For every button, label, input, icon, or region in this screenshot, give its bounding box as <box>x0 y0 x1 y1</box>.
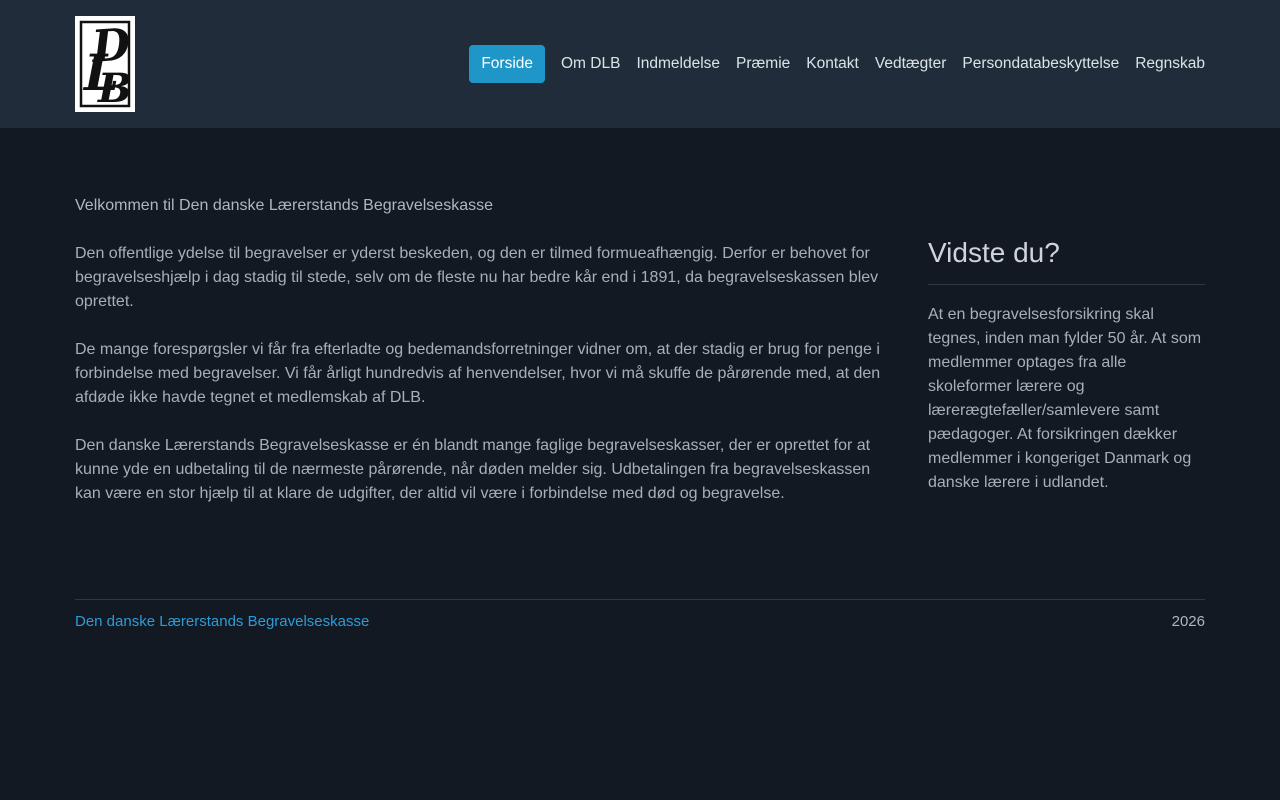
intro-paragraph-2: De mange forespørgsler vi får fra efterl… <box>75 341 881 406</box>
dlb-monogram-icon: D L B <box>75 16 135 112</box>
content-area: Velkommen til Den danske Lærerstands Beg… <box>75 128 1205 599</box>
nav-item-regnskab[interactable]: Regnskab <box>1135 45 1205 83</box>
nav-item-forside[interactable]: Forside <box>469 45 545 83</box>
nav-item-kontakt[interactable]: Kontakt <box>806 45 859 83</box>
dlb-logo: D L B <box>75 16 135 112</box>
logo-letter-b: B <box>97 65 132 112</box>
intro-paragraph-3: Den danske Lærerstands Begravelseskasse … <box>75 437 871 502</box>
sidebar: Vidste du? At en begravelsesforsikring s… <box>928 194 1205 599</box>
main-nav: Forside Om DLB Indmeldelse Præmie Kontak… <box>469 45 1205 83</box>
nav-item-om-dlb[interactable]: Om DLB <box>561 45 620 83</box>
main-column: Velkommen til Den danske Lærerstands Beg… <box>75 194 888 599</box>
nav-item-indmeldelse[interactable]: Indmeldelse <box>636 45 720 83</box>
intro-paragraph-1: Den offentlige ydelse til begravelser er… <box>75 245 879 310</box>
nav-item-vedtaegter[interactable]: Vedtægter <box>875 45 947 83</box>
footer-year: 2026 <box>1171 613 1205 630</box>
nav-item-persondatabeskyttelse[interactable]: Persondatabeskyttelse <box>962 45 1119 83</box>
page-body: Velkommen til Den danske Lærerstands Beg… <box>0 128 1280 599</box>
page-title: Velkommen til Den danske Lærerstands Beg… <box>75 197 493 214</box>
nav-item-praemie[interactable]: Præmie <box>736 45 790 83</box>
sidebar-title: Vidste du? <box>928 237 1060 268</box>
site-footer: Den danske Lærerstands Begravelseskasse … <box>75 599 1205 643</box>
footer-site-link[interactable]: Den danske Lærerstands Begravelseskasse <box>75 613 369 630</box>
sidebar-divider <box>928 284 1205 285</box>
site-header: D L B Forside Om DLB Indmeldelse Præmie … <box>0 0 1280 128</box>
sidebar-text: At en begravelsesforsikring skal tegnes,… <box>928 306 1202 491</box>
